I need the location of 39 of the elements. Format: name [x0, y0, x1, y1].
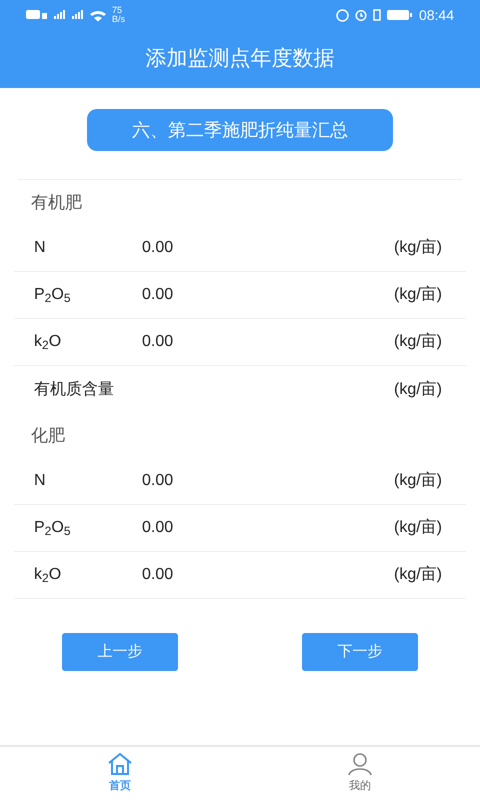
row-label: N — [33, 471, 47, 491]
row-value: 0.00 — [142, 518, 174, 538]
row-label: P$_{2}$O$_{5}$ — [33, 285, 72, 307]
unit-label: (kg/亩) — [394, 332, 443, 352]
group-title: 化肥 — [31, 424, 65, 447]
signal-icon — [54, 10, 66, 20]
signal-icon — [72, 10, 84, 20]
unit-label: (kg/亩) — [394, 470, 443, 491]
wifi-icon — [90, 8, 106, 22]
vibrate-icon — [372, 9, 381, 21]
row-value: 0.00 — [142, 332, 174, 352]
section-button[interactable]: 六、第二季施肥折纯量汇总 — [87, 109, 393, 151]
network-speed: 75 — [112, 6, 124, 15]
row-label: N — [33, 238, 47, 258]
row-value: 0.00 — [142, 285, 174, 305]
next-button[interactable]: 下一步 — [302, 633, 418, 671]
unit-label: (kg/亩) — [394, 238, 443, 258]
unit-label: (kg/亩) — [394, 564, 443, 585]
row-value: 0.00 — [142, 471, 174, 491]
group-title: 有机肥 — [31, 192, 82, 214]
unit-label: (kg/亩) — [394, 380, 443, 400]
row-label: k$_{2}$O — [33, 565, 62, 587]
row-label: k$_{2}$O — [33, 332, 62, 354]
row-label: P$_{2}$O$_{5}$ — [33, 518, 72, 540]
clock-time: 08:44 — [418, 6, 454, 24]
unit-label: (kg/亩) — [394, 284, 443, 305]
row-value: 0.00 — [142, 238, 174, 258]
alarm-icon — [354, 9, 367, 21]
person-icon — [348, 752, 372, 776]
nav-tab[interactable]: 我的 — [240, 747, 480, 800]
row-value: 0.00 — [142, 565, 174, 585]
previous-button[interactable]: 上一步 — [62, 633, 178, 671]
unit-label: (kg/亩) — [394, 518, 443, 538]
header-title: 添加监测点年度数据 — [146, 46, 334, 72]
battery-icon — [386, 10, 413, 20]
speed-unit: B/s — [112, 15, 126, 24]
home-icon — [107, 752, 133, 776]
row-label: 有机质含量 — [33, 380, 115, 400]
nav-tab[interactable]: 首页 — [0, 747, 240, 800]
